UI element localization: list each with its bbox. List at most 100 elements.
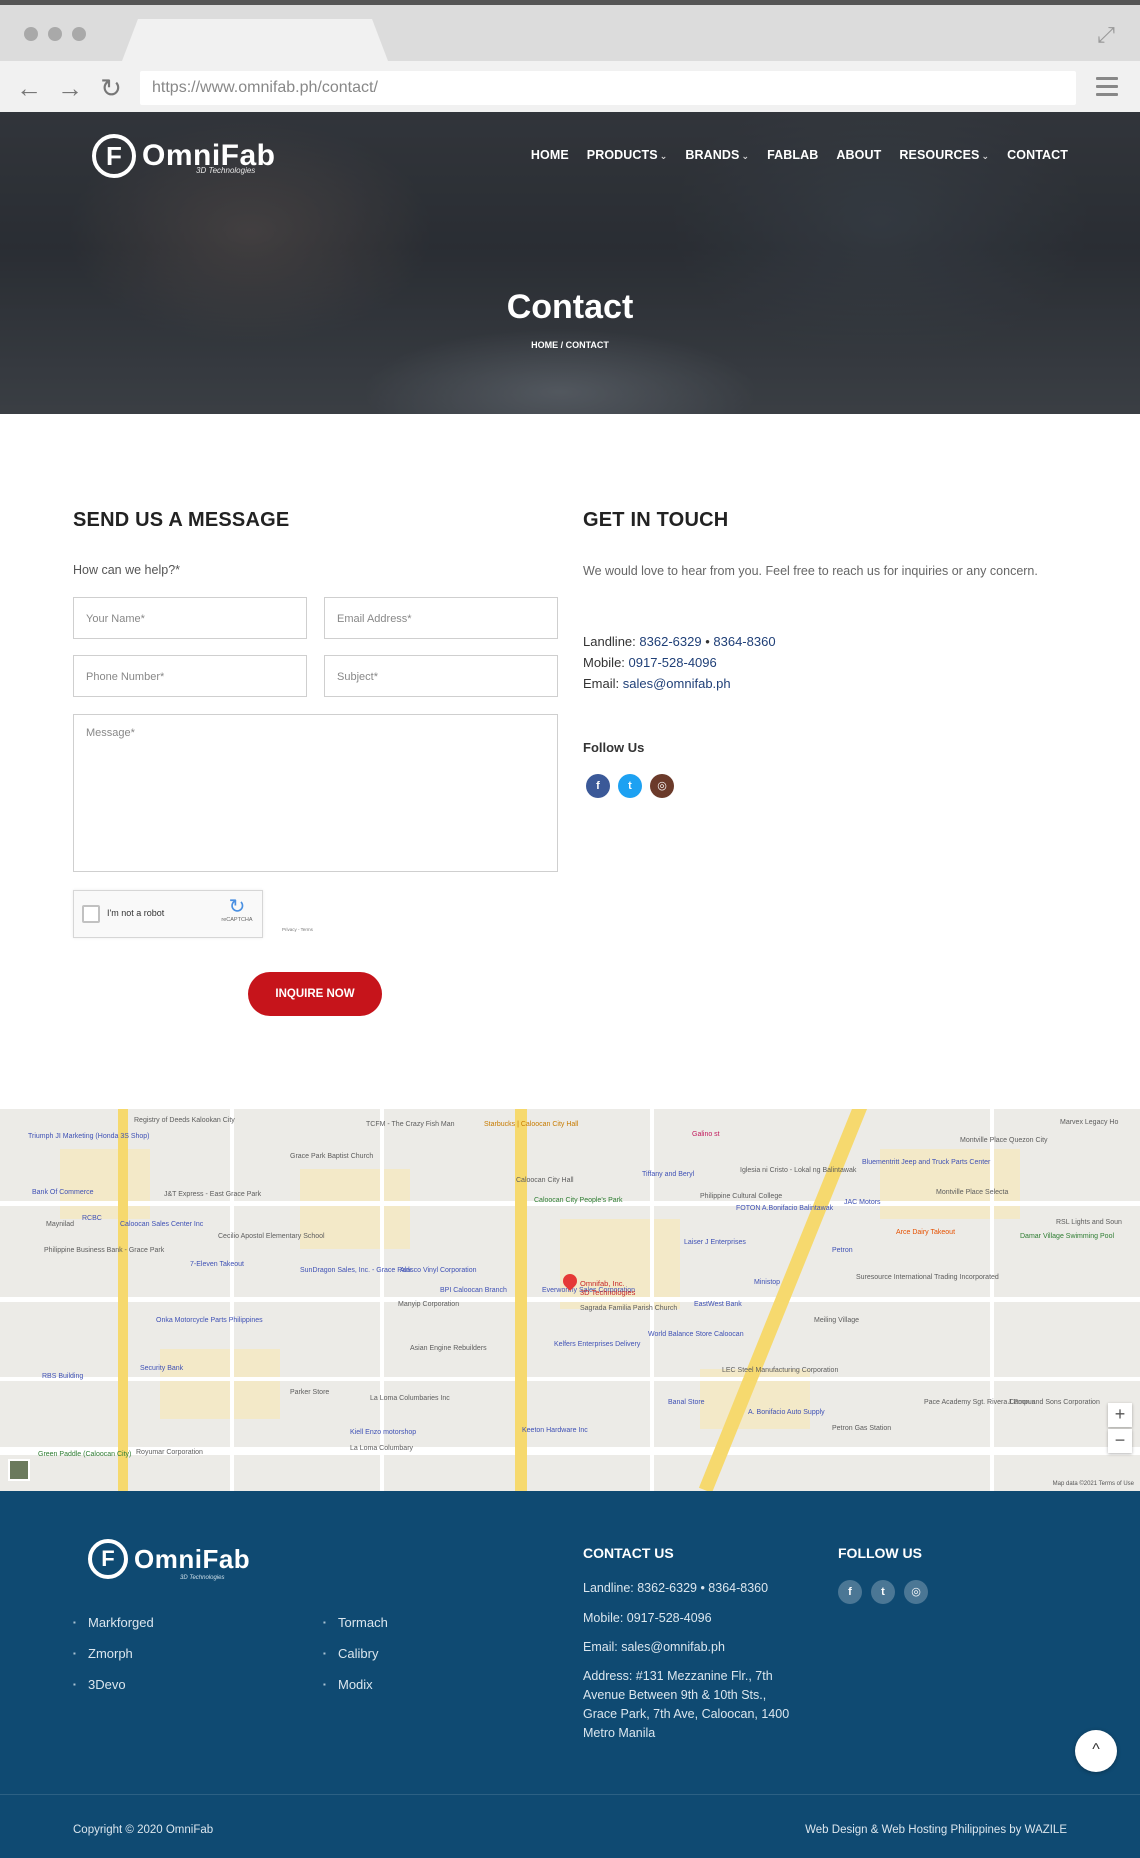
footer-credit-link[interactable]: Web Design & Web Hosting Philippines by … [805,1824,1067,1836]
chevron-down-icon: ⌄ [659,151,668,161]
landline-1-link[interactable]: 8362-6329 [639,634,701,649]
browser-tab[interactable] [122,19,388,61]
back-icon[interactable]: ← [14,73,44,103]
twitter-icon[interactable]: t [618,774,642,798]
footer-link-3devo[interactable]: 3Devo [73,1677,125,1692]
map-label: Security Bank [140,1365,184,1372]
map-label: Cecilio Apostol Elementary School [218,1233,325,1240]
nav-home[interactable]: HOME [531,148,569,162]
footer-logo[interactable]: F OmniFab [88,1539,250,1579]
menu-icon[interactable] [1096,77,1118,97]
footer-link-zmorph[interactable]: Zmorph [73,1646,133,1661]
map-label: Triumph JI Marketing (Honda 3S Shop) [28,1133,150,1140]
facebook-icon[interactable]: f [838,1580,862,1604]
map-label: Marvex Legacy Ho [1060,1119,1119,1126]
map-credit[interactable]: Map data ©2021 Terms of Use [1053,1481,1134,1487]
nav-products[interactable]: PRODUCTS ⌄ [587,148,668,162]
map-label: Philippine Cultural College [700,1193,783,1200]
google-map[interactable]: Registry of Deeds Kalookan City TCFM - T… [0,1109,1140,1491]
recaptcha-checkbox[interactable] [82,905,100,923]
email-input[interactable]: Email Address* [324,597,558,639]
map-label: LEC Steel Manufacturing Corporation [722,1367,839,1374]
zoom-in-button[interactable]: + [1108,1403,1132,1427]
map-label: Petron [832,1247,853,1254]
footer-link-tormach[interactable]: Tormach [323,1615,388,1630]
contact-intro: We would love to hear from you. Feel fre… [583,564,1038,578]
mobile-link[interactable]: 0917-528-4096 [629,655,717,670]
address-line: Metro Manila [583,1726,656,1740]
map-label: Starbucks | Caloocan City Hall [484,1121,579,1128]
name-input[interactable]: Your Name* [73,597,307,639]
nav-contact[interactable]: CONTACT [1007,148,1068,162]
browser-toolbar: ← → ↻ https://www.omnifab.ph/contact/ [0,61,1140,117]
recaptcha-terms[interactable]: Privacy - Terms [282,927,313,932]
map-label: Bank Of Commerce [32,1189,94,1196]
back-to-top-button[interactable]: ^ [1075,1730,1117,1772]
map-label: Petron Gas Station [832,1425,892,1432]
browser-chrome: ⤢ ← → ↻ https://www.omnifab.ph/contact/ [0,0,1140,117]
map-label: Caloocan Sales Center Inc [120,1221,204,1228]
inquire-now-button[interactable]: INQUIRE NOW [248,972,382,1016]
mobile-line: Mobile: 0917-528-4096 [583,655,717,670]
footer-email[interactable]: Email: sales@omnifab.ph [583,1638,725,1657]
map-label: Caloocan City People's Park [534,1197,623,1204]
window-controls [24,27,86,41]
zoom-out-button[interactable]: − [1108,1429,1132,1453]
subject-input[interactable]: Subject* [324,655,558,697]
window-maximize-dot[interactable] [72,27,86,41]
message-textarea[interactable]: Message* [73,714,558,872]
instagram-icon[interactable]: ◎ [904,1580,928,1604]
nav-label: PRODUCTS [586,148,658,162]
forward-icon[interactable]: → [55,73,85,103]
nav-resources[interactable]: RESOURCES ⌄ [899,148,989,162]
nav-brands[interactable]: BRANDS ⌄ [685,148,749,162]
map-label: Meiling Village [814,1317,860,1324]
map-label: Grace Park Baptist Church [290,1153,374,1160]
map-label: Sagrada Familia Parish Church [580,1305,678,1312]
street-view-icon[interactable] [8,1459,30,1481]
copyright-text: Copyright © 2020 OmniFab [73,1824,214,1836]
breadcrumb[interactable]: HOME / CONTACT [0,340,1140,350]
window-minimize-dot[interactable] [48,27,62,41]
map-label: RSL Lights and Soun [1056,1219,1122,1226]
phone-input[interactable]: Phone Number* [73,655,307,697]
footer-mobile[interactable]: Mobile: 0917-528-4096 [583,1609,712,1628]
map-label: FOTON A.Bonifacio Balintawak [736,1205,834,1212]
email-link[interactable]: sales@omnifab.ph [623,676,731,691]
footer-landline[interactable]: Landline: 8362-6329 • 8364-8360 [583,1579,768,1598]
nav-about[interactable]: ABOUT [836,148,881,162]
address-line: Avenue Between 9th & 10th Sts., [583,1688,767,1702]
expand-icon[interactable]: ⤢ [1094,23,1118,47]
nav-label: BRANDS [685,148,740,162]
map-label: Laiser J Enterprises [684,1239,746,1246]
footer-link-calibry[interactable]: Calibry [323,1646,379,1661]
map-label: Maynilad [46,1221,75,1228]
map-label: Onka Motorcycle Parts Philippines [156,1317,263,1324]
map-label: BPI Caloocan Branch [440,1287,507,1294]
instagram-icon[interactable]: ◎ [650,774,674,798]
logo-subtitle: 3D Technologies [196,166,256,175]
reload-icon[interactable]: ↻ [96,73,126,103]
nav-fablab[interactable]: FABLAB [767,148,818,162]
logo-mark-icon: F [92,134,136,178]
map-label: Kiell Enzo motorshop [350,1429,417,1436]
pin-label-line-2: 3D Technologies [580,1288,636,1297]
map-label: Royumar Corporation [136,1449,203,1456]
map-label: Keeton Hardware Inc [522,1427,588,1434]
address-bar[interactable]: https://www.omnifab.ph/contact/ [140,71,1076,105]
form-heading: SEND US A MESSAGE [73,509,290,531]
chevron-down-icon: ⌄ [741,151,750,161]
window-close-dot[interactable] [24,27,38,41]
twitter-icon[interactable]: t [871,1580,895,1604]
recaptcha-brand: reCAPTCHA [221,917,253,923]
facebook-icon[interactable]: f [586,774,610,798]
footer-link-markforged[interactable]: Markforged [73,1615,154,1630]
map-label: EastWest Bank [694,1301,742,1308]
landline-2-link[interactable]: 8364-8360 [713,634,775,649]
footer-link-modix[interactable]: Modix [323,1677,373,1692]
recaptcha-icon: ↻ [228,896,246,918]
map-label: Iglesia ni Cristo - Lokal ng Balintawak [740,1167,857,1174]
map-label: RBS Building [42,1373,84,1380]
map-label: La Loma Columbaries Inc [370,1395,450,1402]
map-pin-label: Omnifab, Inc. 3D Technologies [580,1279,635,1297]
